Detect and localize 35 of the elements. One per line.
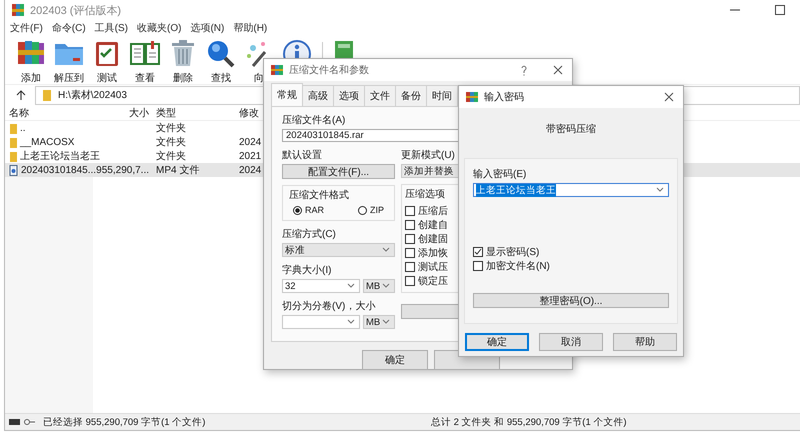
table-cell: __MACOSX xyxy=(20,136,74,148)
field-label: 默认设置 xyxy=(282,148,323,162)
group-title: 压缩选项 xyxy=(405,188,445,201)
checkbox-label: 锁定压 xyxy=(418,274,448,288)
group-title: 压缩文件格式 xyxy=(289,188,349,202)
status-text: 已经选择 955,290,709 字节(1 个文件) xyxy=(43,416,206,428)
checkbox-label: 加密文件名(N) xyxy=(486,260,550,273)
dialog-title: 压缩文件名和参数 xyxy=(289,64,369,77)
table-cell-text: 文件夹 xyxy=(156,150,186,163)
checkbox-label: 测试压 xyxy=(418,260,448,274)
table-cell-text: MP4 文件 xyxy=(156,164,200,177)
checkbox-label: 创建固 xyxy=(418,232,448,246)
radio-label: ZIP xyxy=(370,205,384,215)
table-cell-text: 文件夹 xyxy=(156,122,186,135)
checkbox-label: 添加恢 xyxy=(418,246,448,260)
table-cell: .. xyxy=(20,122,26,134)
table-cell: 202403101845... xyxy=(21,164,96,176)
table-cell-text: 上老王论坛当老王 xyxy=(20,150,100,163)
table-cell-text: 文件夹 xyxy=(156,136,186,149)
dialog-title: 输入密码 xyxy=(484,90,524,104)
field-label: 更新模式(U) xyxy=(401,148,456,162)
table-cell: 2021 xyxy=(239,150,262,162)
checkbox-label: 压缩后 xyxy=(418,204,448,218)
checkbox-label: 创建自 xyxy=(418,218,448,232)
table-cell: 955,290,7... xyxy=(96,164,149,176)
table-cell: 2024 xyxy=(239,164,262,176)
field-label: 切分为分卷(V)，大小 xyxy=(282,300,376,313)
status-text: 总计 2 文件夹 和 955,290,709 字节(1 个文件) xyxy=(431,416,627,428)
window-title: 202403 (评估版本) xyxy=(30,4,122,18)
field-label: 压缩方式(C) xyxy=(282,228,337,241)
checkbox-label: 显示密码(S) xyxy=(486,246,540,259)
field-label: 压缩文件名(A) xyxy=(282,114,346,127)
radio-label: RAR xyxy=(305,205,324,215)
table-cell: 2024 xyxy=(239,136,262,148)
field-label: 字典大小(I) xyxy=(282,264,332,277)
